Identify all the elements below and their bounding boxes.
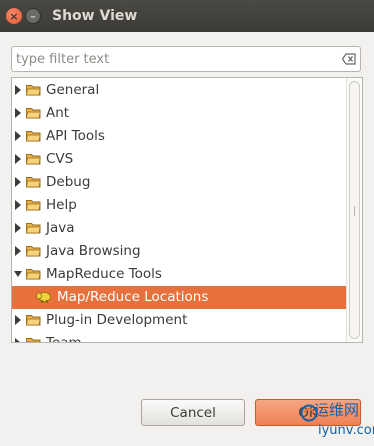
window-title: Show View bbox=[52, 8, 138, 24]
folder-icon bbox=[26, 131, 41, 142]
watermark: 运维网 iyunv.com bbox=[292, 400, 374, 444]
filter-field[interactable] bbox=[11, 46, 361, 72]
expand-arrow-right-icon[interactable] bbox=[13, 199, 23, 211]
tree-scrollbar[interactable] bbox=[346, 78, 362, 342]
tree-item-label: Debug bbox=[46, 174, 91, 190]
expand-arrow-right-icon[interactable] bbox=[13, 245, 23, 257]
folder-icon bbox=[26, 108, 41, 119]
tree-item-folder[interactable]: Java bbox=[12, 217, 346, 240]
tree-item-label: General bbox=[46, 82, 100, 98]
scrollbar-grip bbox=[354, 206, 355, 216]
tree-item-folder[interactable]: Team bbox=[12, 332, 346, 343]
watermark-text: 运维网 bbox=[314, 401, 360, 419]
elephant-icon bbox=[36, 292, 51, 303]
tree-item-label: Ant bbox=[46, 105, 70, 121]
expand-arrow-right-icon[interactable] bbox=[13, 176, 23, 188]
tree-item-label: Team bbox=[46, 335, 82, 343]
tree-item-folder[interactable]: MapReduce Tools bbox=[12, 263, 346, 286]
folder-icon bbox=[26, 223, 41, 234]
folder-open-icon bbox=[26, 269, 41, 280]
expand-arrow-down-icon[interactable] bbox=[13, 268, 23, 280]
expand-arrow-right-icon[interactable] bbox=[13, 84, 23, 96]
expand-arrow-right-icon[interactable] bbox=[13, 107, 23, 119]
tree-item-label: CVS bbox=[46, 151, 74, 167]
minimize-window-button[interactable]: – bbox=[25, 8, 41, 24]
tree-item-folder[interactable]: Help bbox=[12, 194, 346, 217]
tree-item-label: API Tools bbox=[46, 128, 105, 144]
title-bar: × – Show View bbox=[0, 0, 374, 32]
tree-item-folder[interactable]: General bbox=[12, 79, 346, 102]
tree-item-view[interactable]: Map/Reduce Locations bbox=[12, 286, 346, 309]
folder-icon bbox=[26, 85, 41, 96]
expand-arrow-right-icon[interactable] bbox=[13, 222, 23, 234]
cancel-button[interactable]: Cancel bbox=[141, 399, 245, 426]
expand-arrow-right-icon[interactable] bbox=[13, 314, 23, 326]
tree-item-folder[interactable]: Plug-in Development bbox=[12, 309, 346, 332]
expand-arrow-right-icon[interactable] bbox=[13, 130, 23, 142]
tree-item-label: MapReduce Tools bbox=[46, 266, 162, 282]
clear-filter-icon[interactable] bbox=[342, 53, 356, 65]
folder-icon bbox=[26, 200, 41, 211]
close-window-button[interactable]: × bbox=[6, 8, 22, 24]
folder-icon bbox=[26, 177, 41, 188]
folder-icon bbox=[26, 246, 41, 257]
tree-item-folder[interactable]: CVS bbox=[12, 148, 346, 171]
folder-icon bbox=[26, 338, 41, 342]
filter-input[interactable] bbox=[16, 50, 336, 68]
view-tree[interactable]: General Ant API Tools CVS Debug Help Java Java … bbox=[11, 77, 363, 343]
folder-icon bbox=[26, 154, 41, 165]
tree-item-label: Map/Reduce Locations bbox=[57, 289, 209, 305]
tree-item-folder[interactable]: Ant bbox=[12, 102, 346, 125]
tree-item-label: Help bbox=[46, 197, 77, 213]
expand-arrow-right-icon[interactable] bbox=[13, 337, 23, 343]
tree-item-label: Java Browsing bbox=[46, 243, 141, 259]
tree-item-folder[interactable]: Debug bbox=[12, 171, 346, 194]
tree-item-label: Plug-in Development bbox=[46, 312, 188, 328]
tree-item-folder[interactable]: Java Browsing bbox=[12, 240, 346, 263]
expand-arrow-right-icon[interactable] bbox=[13, 153, 23, 165]
scrollbar-thumb[interactable] bbox=[349, 81, 360, 339]
watermark-url: iyunv.com bbox=[318, 423, 374, 438]
tree-item-label: Java bbox=[46, 220, 75, 236]
tree-item-folder[interactable]: API Tools bbox=[12, 125, 346, 148]
folder-icon bbox=[26, 315, 41, 326]
